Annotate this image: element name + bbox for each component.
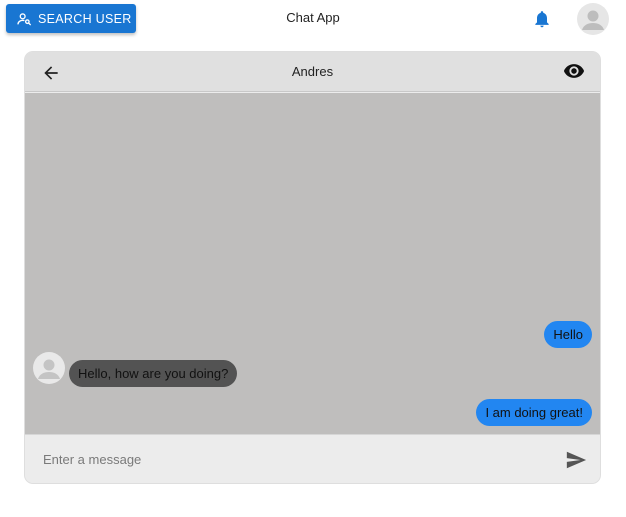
chat-header: Andres: [25, 52, 600, 92]
message-bubble-sent: I am doing great!: [476, 399, 592, 426]
contact-name: Andres: [291, 64, 334, 79]
message-bubble-sent: Hello: [544, 321, 592, 348]
top-bar: SEARCH USER Chat App: [0, 0, 626, 40]
sender-avatar: [33, 352, 65, 384]
send-button[interactable]: [565, 449, 587, 471]
avatar-icon: [582, 10, 604, 30]
message-bubble-received: Hello, how are you doing?: [69, 360, 238, 387]
chat-panel: Andres Hello Hello, how are you doing? I…: [25, 52, 600, 483]
eye-icon: [563, 64, 585, 78]
send-icon: [566, 451, 587, 469]
avatar-icon: [38, 359, 60, 379]
message-list: Hello Hello, how are you doing? I am doi…: [25, 93, 600, 434]
message-composer: [25, 434, 600, 483]
view-profile-button[interactable]: [563, 60, 585, 82]
bell-icon[interactable]: [532, 9, 552, 29]
message-input[interactable]: [43, 445, 553, 473]
user-avatar[interactable]: [577, 3, 609, 35]
